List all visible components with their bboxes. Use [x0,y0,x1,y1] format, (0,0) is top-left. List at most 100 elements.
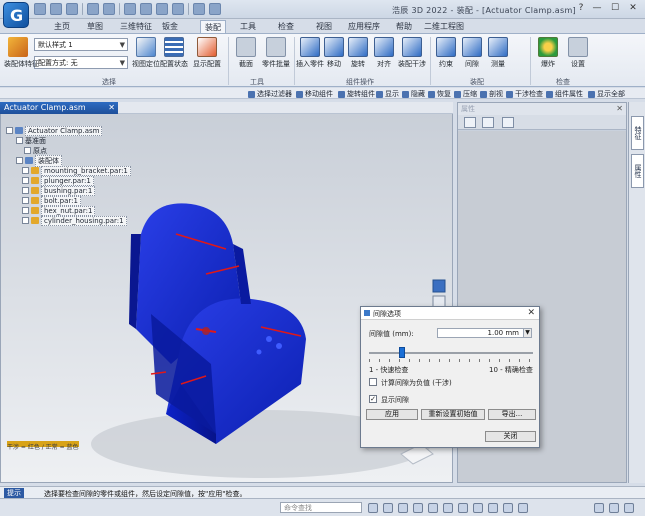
ribbon-btn-view-orient[interactable]: 视图定位 [132,37,160,69]
tb2-filter[interactable]: 选择过滤器 [248,89,292,99]
negative-clearance-checkbox[interactable] [369,378,377,386]
ribbon-btn-config[interactable]: 配置状态 [160,37,188,69]
tree-item[interactable]: bushing.par:1 [22,185,96,196]
search-icon[interactable] [368,503,378,513]
settings-icon[interactable] [502,117,514,128]
ribbon-btn-measure[interactable]: 测量 [484,37,512,69]
maximize-button[interactable]: ☐ [610,3,620,13]
tab-sketch[interactable]: 草图 [83,20,107,33]
wireframe-icon[interactable] [488,503,498,513]
ribbon-btn-interference[interactable]: 装配干涉 [398,37,426,69]
fit-icon[interactable] [458,503,468,513]
tab-help[interactable]: 帮助 [392,20,416,33]
show-clearance-checkbox[interactable]: ✓ [369,395,377,403]
snap-icon[interactable] [398,503,408,513]
tab-tools[interactable]: 工具 [236,20,260,33]
sidebar-tab-properties[interactable]: 属性 [631,154,644,188]
apply-button[interactable]: 应用 [366,409,418,420]
ribbon-btn-settings[interactable]: 设置 [564,37,592,69]
shaded-icon[interactable] [473,503,483,513]
tab-home[interactable]: 主页 [50,20,74,33]
tree-item[interactable]: 基准面 [16,136,46,145]
tb2-rotate[interactable]: 旋转组件 [338,89,375,99]
document-tab[interactable]: Actuator Clamp.asm ✕ [0,102,118,114]
tree-checkbox[interactable] [16,137,23,144]
help-button[interactable]: ? [576,3,586,13]
tree-item[interactable]: plunger.par:1 [22,175,94,186]
tree-checkbox[interactable] [22,217,29,224]
tree-view-icon[interactable] [464,117,476,128]
clearance-value-input[interactable]: 1.00 mm ▼ [437,328,532,338]
ribbon-btn-explode[interactable]: 爆炸 [534,37,562,69]
tree-checkbox[interactable] [22,197,29,204]
print-icon[interactable] [124,3,136,15]
ribbon-btn-assembly-feature[interactable]: 装配体特征 [4,37,39,69]
precision-slider-track[interactable] [369,352,533,354]
tab-apps[interactable]: 应用程序 [344,20,384,33]
close-icon[interactable]: ✕ [108,103,115,112]
tree-item[interactable]: mounting_bracket.par:1 [22,165,131,176]
undo-icon[interactable] [87,3,99,15]
tab-view[interactable]: 视图 [312,20,336,33]
pan-icon[interactable] [428,503,438,513]
ribbon-btn-section[interactable]: 截面 [232,37,260,69]
layout-icon[interactable] [609,503,619,513]
tab-inspect[interactable]: 检查 [274,20,298,33]
close-icon[interactable]: ✕ [527,308,535,318]
orbit-icon[interactable] [413,503,423,513]
tb2-show[interactable]: 显示 [376,89,399,99]
export-button[interactable]: 导出... [488,409,536,420]
ribbon-btn-batch[interactable]: 零件批量 [262,37,290,69]
zoom-icon[interactable] [443,503,453,513]
pin-icon[interactable] [594,503,604,513]
command-search-input[interactable]: 命令查找 [280,502,362,513]
tb2-interference[interactable]: 干涉检查 [506,89,543,99]
select-icon[interactable] [193,3,205,15]
sidebar-tab-features[interactable]: 特征 [631,116,644,150]
style-combo[interactable]: 默认样式 1 ▼ [34,38,128,51]
minimize-button[interactable]: — [592,3,602,13]
fullscreen-icon[interactable] [624,503,634,513]
tb2-properties[interactable]: 组件属性 [546,89,583,99]
config-combo[interactable]: 配置方式: 无 ▼ [34,56,128,69]
close-button[interactable]: ✕ [628,3,638,13]
tb2-show-all[interactable]: 显示全部 [588,89,625,99]
ribbon-btn-rotate[interactable]: 旋转 [344,37,372,69]
tree-checkbox[interactable] [22,177,29,184]
paste-icon[interactable] [172,3,184,15]
tb2-section[interactable]: 剖视 [480,89,503,99]
close-button[interactable]: 关闭 [485,431,536,442]
tab-sheetmetal[interactable]: 钣金 [158,20,182,33]
tree-item[interactable]: 装配体 [16,154,62,167]
chevron-down-icon[interactable]: ▼ [523,328,532,338]
tree-checkbox[interactable] [22,167,29,174]
tree-item[interactable]: bolt.par:1 [22,195,81,206]
tree-root[interactable]: Actuator Clamp.asm [6,125,103,136]
save-icon[interactable] [66,3,78,15]
view-home-icon[interactable] [432,279,446,293]
tree-checkbox[interactable] [22,187,29,194]
reset-button[interactable]: 重新设置初始值 [421,409,485,420]
filter-icon[interactable] [482,117,494,128]
tab-3d-features[interactable]: 三维特征 [116,20,156,33]
close-icon[interactable]: ✕ [616,104,623,113]
open-icon[interactable] [50,3,62,15]
light-icon[interactable] [518,503,528,513]
new-icon[interactable] [34,3,46,15]
copy-icon[interactable] [156,3,168,15]
tree-item[interactable]: cylinder_housing.par:1 [22,215,127,226]
tb2-hide[interactable]: 隐藏 [402,89,425,99]
redo-icon[interactable] [103,3,115,15]
ribbon-btn-align[interactable]: 对齐 [370,37,398,69]
tree-checkbox[interactable] [22,207,29,214]
grid-icon[interactable] [383,503,393,513]
tab-assembly[interactable]: 装配 [200,20,226,33]
cut-icon[interactable] [140,3,152,15]
tree-checkbox[interactable] [16,157,23,164]
ribbon-btn-clearance[interactable]: 间隙 [458,37,486,69]
tab-2d-drawing[interactable]: 二维工程图 [420,20,468,33]
customize-icon[interactable] [209,3,221,15]
ribbon-btn-display[interactable]: 显示配置 [192,37,222,69]
tree-item[interactable]: hex_nut.par:1 [22,205,96,216]
app-logo-icon[interactable]: G [3,2,29,28]
